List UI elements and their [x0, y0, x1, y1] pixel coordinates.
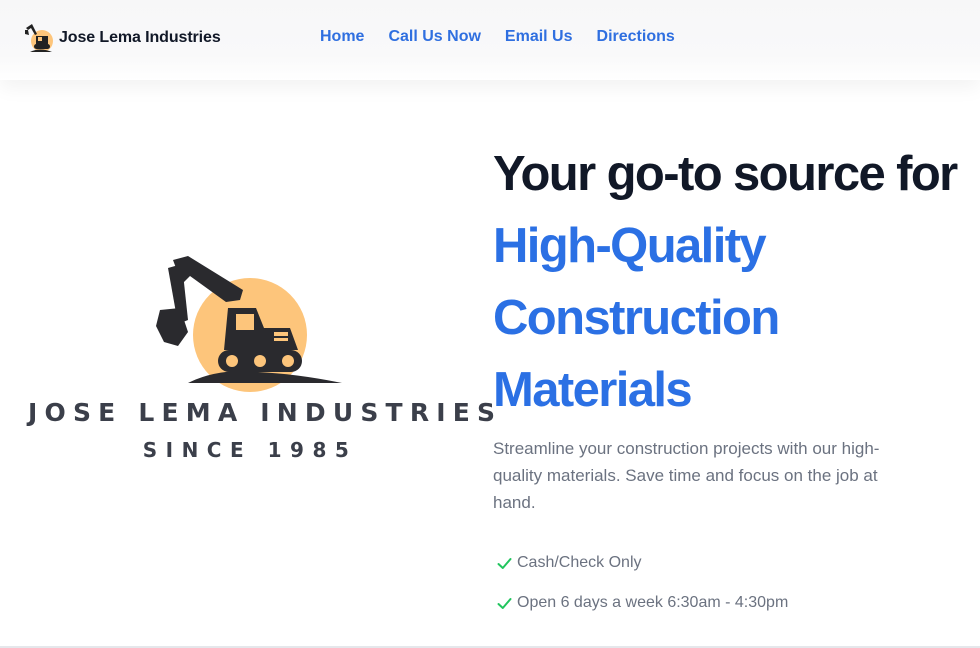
- feature-item: Cash/Check Only: [496, 552, 788, 574]
- nav-directions-link[interactable]: Directions: [597, 28, 675, 46]
- feature-text: Cash/Check Only: [517, 554, 642, 571]
- nav-home-link[interactable]: Home: [320, 28, 364, 46]
- headline-line-1: Your go-to source for: [493, 147, 958, 201]
- headline-line-3: Construction: [493, 291, 780, 345]
- brand-link[interactable]: Jose Lema Industries: [22, 22, 221, 54]
- hero-headline: Your go-to source for High-Quality Const…: [493, 138, 973, 426]
- headline-line-2: High-Quality: [493, 219, 767, 273]
- feature-text: Open 6 days a week 6:30am - 4:30pm: [517, 594, 789, 611]
- main-nav: Home Call Us Now Email Us Directions: [320, 28, 699, 46]
- navbar: Jose Lema Industries Home Call Us Now Em…: [0, 0, 980, 80]
- logo-since-text: SINCE 1985: [142, 438, 358, 462]
- hero-description: Streamline your construction projects wi…: [493, 439, 880, 512]
- check-icon: [497, 597, 512, 609]
- excavator-icon: [156, 256, 342, 392]
- feature-list: Cash/Check Only Open 6 days a week 6:30a…: [496, 552, 788, 632]
- logo-company-name: JOSE LEMA INDUSTRIES: [28, 398, 503, 427]
- check-icon: [497, 557, 512, 569]
- nav-call-us-link[interactable]: Call Us Now: [388, 28, 480, 46]
- brand-name: Jose Lema Industries: [59, 29, 221, 46]
- headline-line-4: Materials: [493, 363, 693, 417]
- nav-email-us-link[interactable]: Email Us: [505, 28, 573, 46]
- feature-item: Open 6 days a week 6:30am - 4:30pm: [496, 592, 788, 614]
- excavator-logo-icon: [25, 24, 53, 52]
